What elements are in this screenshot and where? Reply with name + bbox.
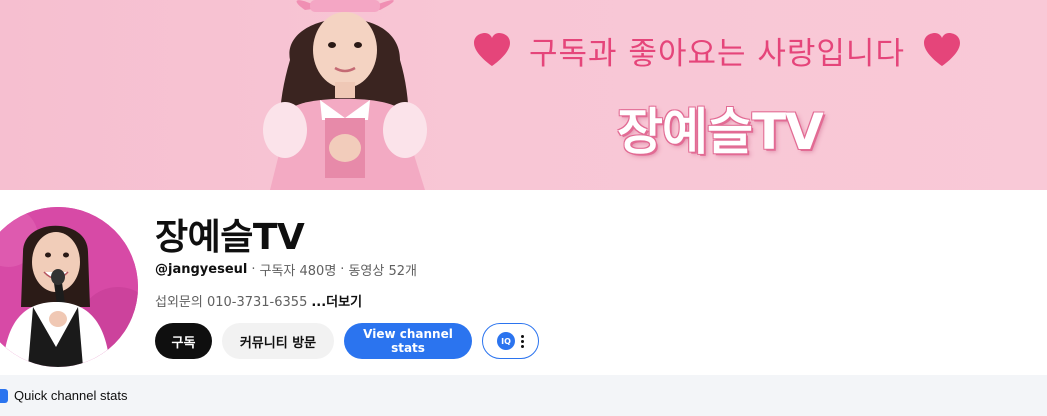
channel-banner: 구독과 좋아요는 사랑입니다 장예슬TV <box>0 0 1047 190</box>
banner-tagline-row: 구독과 좋아요는 사랑입니다 <box>472 28 962 72</box>
quick-stats-label: Quick channel stats <box>14 388 128 403</box>
meta-separator: · <box>340 262 345 277</box>
channel-name: 장예슬TV <box>155 217 305 258</box>
subscribe-button[interactable]: 구독 <box>155 323 212 359</box>
subscriber-count: 구독자 480명 <box>259 264 337 279</box>
kebab-menu-icon <box>521 334 524 348</box>
heart-icon <box>474 33 510 66</box>
channel-handle[interactable]: @jangyeseul <box>155 262 247 277</box>
heart-icon <box>923 33 960 66</box>
meta-separator: · <box>251 262 256 277</box>
quick-stats-icon <box>0 388 8 403</box>
quick-stats-bar[interactable]: Quick channel stats <box>0 375 1047 416</box>
community-button[interactable]: 커뮤니티 방문 <box>222 323 334 359</box>
more-link[interactable]: ...더보기 <box>311 291 362 310</box>
banner-tagline: 구독과 좋아요는 사랑입니다 <box>529 35 905 72</box>
avatar[interactable] <box>0 207 138 367</box>
extension-logo-icon: IQ <box>497 332 515 350</box>
view-channel-stats-button[interactable]: View channel stats <box>344 323 472 359</box>
video-count: 동영상 52개 <box>348 264 417 279</box>
channel-actions: 구독 커뮤니티 방문 View channel stats IQ <box>155 323 539 359</box>
avatar-photo <box>0 207 138 367</box>
channel-meta: @jangyeseul · 구독자 480명 · 동영상 52개 <box>155 260 417 279</box>
banner-photo <box>263 0 427 190</box>
extension-button[interactable]: IQ <box>482 323 539 359</box>
description-text: 섭외문의 010-3731-6355 <box>155 295 308 310</box>
channel-description[interactable]: 섭외문의 010-3731-6355 ...더보기 <box>155 291 362 310</box>
banner-title: 장예슬TV <box>617 103 824 161</box>
